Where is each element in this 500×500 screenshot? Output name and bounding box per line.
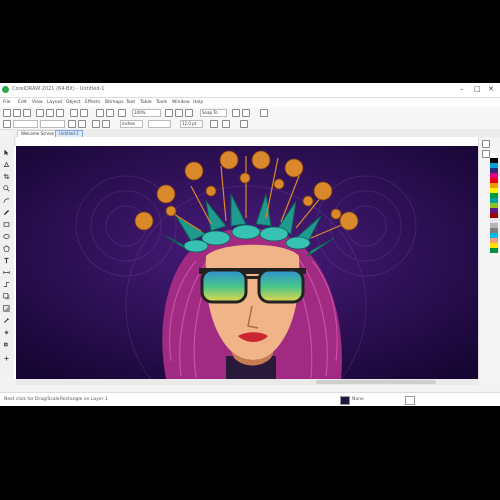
new-document-icon[interactable]: [3, 109, 11, 117]
publish-pdf-icon[interactable]: [118, 109, 126, 117]
menu-help[interactable]: Help: [193, 100, 203, 105]
copy-icon[interactable]: [46, 109, 54, 117]
shape-tool-icon[interactable]: [3, 153, 10, 167]
font-size-field[interactable]: 12.0 pt: [180, 120, 203, 128]
smart-fill-tool-icon[interactable]: [3, 333, 10, 347]
menu-layout[interactable]: Layout: [47, 100, 62, 105]
landscape-icon[interactable]: [78, 120, 86, 128]
units-dropdown[interactable]: inches: [120, 120, 143, 128]
illustration-artwork: [16, 146, 478, 379]
menu-bitmaps[interactable]: Bitmaps: [105, 100, 123, 105]
objects-docker-icon[interactable]: [482, 150, 490, 158]
text-tool-icon[interactable]: [3, 249, 10, 264]
dimension-tool-icon[interactable]: [3, 261, 10, 274]
color-palette: [490, 153, 498, 253]
crop-tool-icon[interactable]: [3, 165, 10, 180]
import-icon[interactable]: [96, 109, 104, 117]
freehand-tool-icon[interactable]: [3, 189, 10, 203]
title-bar: CorelDRAW 2021 (64-Bit) - Untitled-1 – □…: [0, 83, 500, 98]
redo-icon[interactable]: [80, 109, 88, 117]
transparency-tool-icon[interactable]: [3, 297, 10, 312]
grid-icon[interactable]: [185, 109, 193, 117]
align-icon[interactable]: [222, 120, 230, 128]
duplicate-distance-icon[interactable]: [210, 120, 218, 128]
menu-file[interactable]: File: [3, 100, 11, 105]
snap-to-dropdown[interactable]: Snap To: [200, 109, 227, 117]
rulers-icon[interactable]: [175, 109, 183, 117]
horizontal-scrollbar[interactable]: [16, 379, 478, 385]
properties-docker-icon[interactable]: [482, 140, 490, 148]
zoom-level-field[interactable]: 100%: [132, 109, 161, 117]
all-pages-icon[interactable]: [92, 120, 100, 128]
outline-color-chip[interactable]: [405, 396, 415, 405]
x-position-field[interactable]: [13, 120, 38, 128]
menu-effects[interactable]: Effects: [85, 100, 100, 105]
palette-swatch[interactable]: [490, 248, 498, 253]
right-lens: [257, 268, 305, 304]
menu-tools[interactable]: Tools: [156, 100, 167, 105]
status-object-info: Rectangle on Layer 1: [60, 397, 108, 402]
nudge-distance-field[interactable]: [148, 120, 171, 128]
launch-icon[interactable]: [242, 109, 250, 117]
status-hint: Next click for Drag/Scale: [4, 397, 60, 402]
eyedropper-tool-icon[interactable]: [3, 309, 10, 323]
menu-view[interactable]: View: [32, 100, 43, 105]
toolbox: [0, 137, 15, 377]
drop-shadow-tool-icon[interactable]: [3, 285, 10, 300]
minimize-button[interactable]: –: [460, 85, 464, 93]
polygon-tool-icon[interactable]: [3, 237, 10, 252]
paste-icon[interactable]: [56, 109, 64, 117]
menu-object[interactable]: Object: [66, 100, 81, 105]
interactive-fill-tool-icon[interactable]: [3, 321, 10, 335]
full-screen-icon[interactable]: [165, 109, 173, 117]
fill-status-label: None: [352, 397, 364, 402]
portrait-icon[interactable]: [68, 120, 76, 128]
close-button[interactable]: ✕: [488, 85, 494, 93]
save-icon[interactable]: [23, 109, 31, 117]
zoom-tool-icon[interactable]: [3, 177, 10, 192]
scrollbar-thumb[interactable]: [316, 380, 436, 384]
add-tool-plus-icon[interactable]: [3, 347, 10, 361]
open-icon[interactable]: [13, 109, 21, 117]
current-page-icon[interactable]: [102, 120, 110, 128]
undo-icon[interactable]: [70, 109, 78, 117]
connector-tool-icon[interactable]: [3, 273, 10, 287]
drawing-canvas[interactable]: [16, 146, 478, 379]
options-gear-icon[interactable]: [232, 109, 240, 117]
menu-text[interactable]: Text: [126, 100, 135, 105]
menu-edit[interactable]: Edit: [18, 100, 27, 105]
maximize-button[interactable]: □: [474, 85, 481, 93]
y-position-field[interactable]: [40, 120, 65, 128]
pick-tool-icon[interactable]: [3, 141, 10, 156]
rectangle-tool-icon[interactable]: [3, 213, 10, 227]
export-icon[interactable]: [106, 109, 114, 117]
document-tabs: Welcome Screen Untitled-1: [15, 129, 500, 138]
menu-bar: File Edit View Layout Object Effects Bit…: [0, 98, 500, 107]
menu-table[interactable]: Table: [140, 100, 152, 105]
left-lens: [200, 268, 248, 304]
cut-icon[interactable]: [36, 109, 44, 117]
application-launcher-icon[interactable]: [260, 109, 268, 117]
window-title: CorelDRAW 2021 (64-Bit) - Untitled-1: [12, 86, 105, 92]
artistic-media-tool-icon[interactable]: [3, 201, 10, 216]
settings-icon[interactable]: [240, 120, 248, 128]
app-logo-icon: [2, 86, 9, 93]
menu-window[interactable]: Window: [172, 100, 190, 105]
ellipse-tool-icon[interactable]: [3, 225, 10, 239]
page-size-icon[interactable]: [3, 120, 11, 128]
status-bar: Next click for Drag/Scale Rectangle on L…: [0, 392, 500, 406]
fill-color-chip[interactable]: [340, 396, 350, 405]
coreldraw-window: CorelDRAW 2021 (64-Bit) - Untitled-1 – □…: [0, 83, 500, 406]
